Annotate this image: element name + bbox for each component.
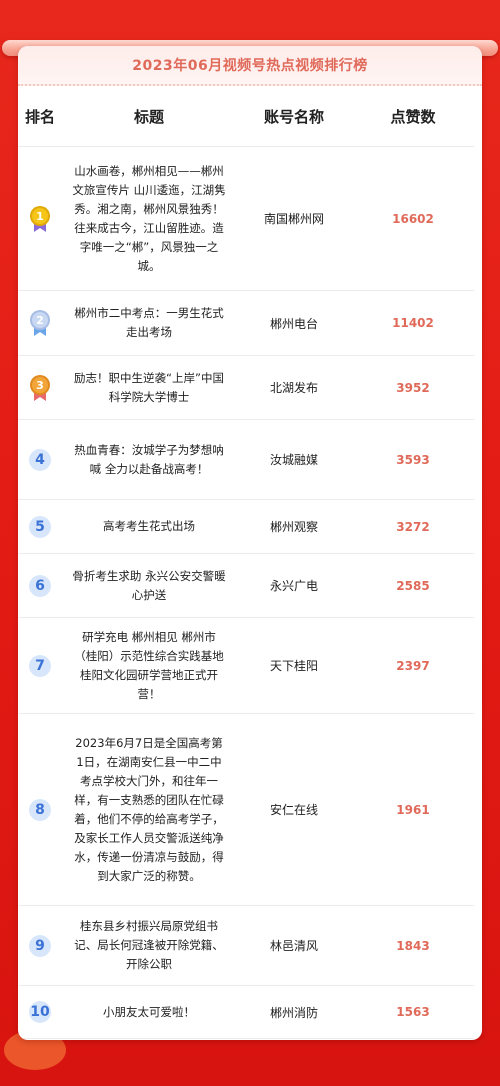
table-row[interactable]: 9 桂东县乡村振兴局原党组书记、局长何冠逢被开除党籍、开除公职 林邑清风 1843: [18, 906, 474, 986]
gold-medal-icon: 1: [30, 205, 50, 232]
video-title[interactable]: 小朋友太可爱啦！: [62, 1003, 234, 1022]
table-row[interactable]: 5 高考考生花式出场 郴州观察 3272: [18, 500, 474, 554]
likes-count: 16602: [392, 211, 434, 226]
likes-count: 2397: [396, 658, 430, 673]
silver-medal-icon: 2: [30, 310, 50, 336]
rank-badge: 10: [29, 1001, 51, 1023]
table-row[interactable]: 3 励志！职中生逆袭“上岸”中国科学院大学博士 北湖发布 3952: [18, 356, 474, 420]
rank-number: 1: [36, 210, 44, 223]
account-name[interactable]: 南国郴州网: [234, 210, 354, 227]
table-row[interactable]: 6 骨折考生求助 永兴公安交警暖心护送 永兴广电 2585: [18, 554, 474, 618]
header-account: 账号名称: [263, 107, 324, 126]
rank-badge: 6: [29, 574, 51, 597]
rank-cell: 7: [18, 654, 62, 677]
table-row[interactable]: 10 小朋友太可爱啦！ 郴州消防 1563: [18, 986, 474, 1039]
rank-cell: 4: [18, 448, 62, 471]
bronze-medal-icon: 3: [30, 374, 50, 401]
account-name[interactable]: 郴州电台: [234, 315, 354, 332]
rank-badge: 5: [29, 515, 51, 538]
account-name[interactable]: 郴州消防: [234, 1004, 354, 1021]
header-rank: 排名: [24, 107, 55, 126]
table-row[interactable]: 7 研学充电 郴州相见 郴州市（桂阳）示范性综合实践基地桂阳文化园研学营地正式开营…: [18, 618, 474, 714]
likes-count: 3593: [396, 452, 430, 467]
account-name[interactable]: 永兴广电: [234, 577, 354, 594]
account-name[interactable]: 北湖发布: [234, 379, 354, 396]
rank-cell: 6: [18, 574, 62, 597]
table-header: 排名 标题 账号名称 点赞数: [18, 86, 474, 147]
rank-cell: 8: [18, 798, 62, 821]
likes-count: 1843: [396, 938, 430, 953]
likes-count: 1961: [396, 802, 430, 817]
account-name[interactable]: 安仁在线: [234, 801, 354, 818]
table-row[interactable]: 4 热血青春：汝城学子为梦想呐喊 全力以赴备战高考！ 汝城融媒 3593: [18, 420, 474, 500]
likes-count: 3952: [396, 380, 430, 395]
title-banner: 2023年06月视频号热点视频排行榜: [18, 46, 482, 86]
account-name[interactable]: 汝城融媒: [234, 451, 354, 468]
rank-badge: 8: [29, 798, 51, 821]
likes-count: 11402: [392, 316, 434, 330]
page-title: 2023年06月视频号热点视频排行榜: [132, 58, 368, 74]
likes-count: 2585: [396, 578, 430, 593]
rank-cell: 5: [18, 515, 62, 538]
account-name[interactable]: 林邑清风: [234, 937, 354, 954]
rank-cell: 2: [18, 309, 62, 337]
rank-cell: 9: [18, 934, 62, 957]
header-likes: 点赞数: [390, 107, 436, 126]
video-title[interactable]: 2023年6月7日是全国高考第1日，在湖南安仁县一中二中考点学校大门外，和往年一…: [62, 734, 234, 886]
rank-cell: 1: [18, 205, 62, 233]
rank-badge: 4: [29, 448, 51, 471]
table-body: 1 山水画卷，郴州相见——郴州文旅宣传片 山川逶迤，江湖隽秀。湘之南，郴州风景独秀…: [18, 147, 482, 1039]
likes-count: 1563: [396, 1005, 430, 1019]
video-title[interactable]: 研学充电 郴州相见 郴州市（桂阳）示范性综合实践基地桂阳文化园研学营地正式开营！: [62, 628, 234, 704]
likes-count: 3272: [396, 519, 430, 534]
video-title[interactable]: 桂东县乡村振兴局原党组书记、局长何冠逢被开除党籍、开除公职: [62, 917, 234, 974]
video-title[interactable]: 高考考生花式出场: [62, 517, 234, 536]
video-title[interactable]: 励志！职中生逆袭“上岸”中国科学院大学博士: [62, 369, 234, 407]
table-row[interactable]: 8 2023年6月7日是全国高考第1日，在湖南安仁县一中二中考点学校大门外，和往年…: [18, 714, 474, 906]
account-name[interactable]: 天下桂阳: [234, 657, 354, 674]
table-row[interactable]: 2 郴州市二中考点：一男生花式走出考场 郴州电台 11402: [18, 291, 474, 356]
rank-number: 3: [36, 379, 44, 392]
ranking-card: 2023年06月视频号热点视频排行榜 排名 标题 账号名称 点赞数 1 山水画卷，…: [18, 46, 482, 1040]
rank-cell: 3: [18, 374, 62, 402]
video-title[interactable]: 骨折考生求助 永兴公安交警暖心护送: [62, 567, 234, 605]
rank-cell: 10: [18, 1001, 62, 1023]
account-name[interactable]: 郴州观察: [234, 518, 354, 535]
header-title: 标题: [133, 107, 164, 126]
video-title[interactable]: 山水画卷，郴州相见——郴州文旅宣传片 山川逶迤，江湖隽秀。湘之南，郴州风景独秀！…: [62, 162, 234, 276]
rank-number: 2: [36, 314, 44, 327]
rank-badge: 9: [29, 934, 51, 957]
rank-badge: 7: [29, 654, 51, 677]
video-title[interactable]: 郴州市二中考点：一男生花式走出考场: [62, 304, 234, 342]
video-title[interactable]: 热血青春：汝城学子为梦想呐喊 全力以赴备战高考！: [62, 441, 234, 479]
table-row[interactable]: 1 山水画卷，郴州相见——郴州文旅宣传片 山川逶迤，江湖隽秀。湘之南，郴州风景独秀…: [18, 147, 474, 291]
